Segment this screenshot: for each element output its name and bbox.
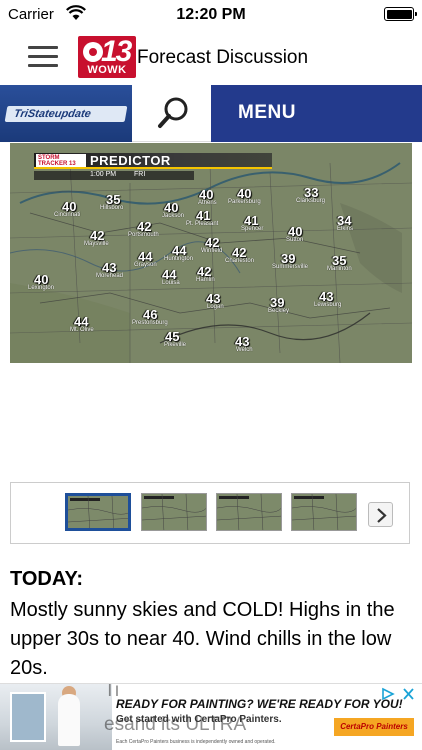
nav-bar: 13 WOWK Forecast Discussion (0, 30, 422, 85)
ad-brand-logo: CertaPro Painters (334, 718, 414, 736)
map-day: FRI (134, 171, 146, 178)
next-thumbnails-button[interactable] (368, 502, 393, 527)
thumbnail-1[interactable] (65, 493, 131, 531)
discussion-body: Mostly sunny skies and COLD! Highs in th… (10, 599, 395, 679)
ad-choices-close-icons[interactable] (380, 687, 416, 701)
city-parkersburg: Parkersburg (228, 199, 261, 205)
hamburger-menu-icon[interactable] (28, 43, 58, 69)
cbs-eye-icon (83, 42, 103, 62)
city-pt-pleasant: Pt. Pleasant (186, 221, 219, 227)
city-cincinnati: Cincinnati (54, 212, 81, 218)
city-beckley: Beckley (268, 308, 290, 314)
status-bar: Carrier 12:20 PM (0, 0, 422, 30)
ad-painter-image (0, 684, 112, 750)
thumbnail-3[interactable] (216, 493, 282, 531)
city-clarksburg: Clarksburg (296, 198, 326, 204)
ad-choices-icon (382, 687, 395, 701)
city-grayson: Grayson (134, 262, 157, 268)
ad-fine-print: Each CertaPro Painters business is indep… (116, 739, 276, 745)
city-huntington: Huntington (164, 256, 194, 262)
tristate-update-label: TriStateupdate (4, 106, 128, 122)
storm-tracker-bottom: TRACKER (38, 161, 68, 167)
city-louisa: Louisa (162, 280, 180, 286)
city-maysville: Maysville (84, 241, 109, 247)
thumbnail-4[interactable] (291, 493, 357, 531)
city-lexington: Lexington (28, 285, 55, 291)
discussion-heading: TODAY: (10, 568, 83, 590)
city-hillsboro: Hillsboro (100, 205, 124, 211)
predictor-banner: STORM TRACKER 13 PREDICTOR (34, 153, 272, 169)
city-elkins: Elkins (337, 226, 354, 232)
chevron-right-icon (377, 508, 387, 523)
city-jackson: Jackson (162, 213, 185, 219)
thumbnail-2[interactable] (141, 493, 207, 531)
city-winfield: Winfield (201, 248, 223, 254)
city-athens: Athens (198, 200, 217, 206)
logo-call-letters: WOWK (87, 64, 127, 76)
search-icon (158, 97, 188, 128)
city-charleston: Charleston (225, 258, 255, 264)
forecast-map-image: STORM TRACKER 13 PREDICTOR 1:00 PM FRI 40… (10, 143, 412, 363)
menu-button[interactable]: MENU (211, 85, 422, 142)
battery-icon (384, 7, 417, 21)
page-title: Forecast Discussion (137, 47, 309, 68)
map-time: 1:00 PM (90, 171, 117, 178)
city-morehead: Morehead (96, 273, 124, 279)
city-lewisburg: Lewisburg (314, 302, 342, 308)
station-logo: 13 WOWK (78, 35, 136, 78)
city-prestonsburg: Prestonsburg (132, 320, 168, 326)
city-pikeville: Pikeville (164, 342, 187, 348)
city-marlinton: Marlinton (327, 266, 352, 272)
city-spencer: Spencer (241, 226, 264, 232)
search-button[interactable] (132, 85, 211, 142)
city-hamlin: Hamlin (196, 277, 215, 283)
city-welch: Welch (236, 347, 253, 353)
storm-tracker-logo: STORM TRACKER 13 (36, 154, 86, 167)
ad-overlay-text: esand its ULTRA (104, 714, 247, 735)
tristate-update-banner[interactable]: TriStateupdate (0, 85, 132, 142)
storm-tracker-number: 13 (69, 161, 76, 167)
city-summersville: Summersville (272, 264, 309, 270)
menu-label: MENU (238, 102, 296, 123)
status-time: 12:20 PM (176, 6, 246, 23)
city-mt-olive: Mt. Olive (70, 327, 94, 333)
map-title: PREDICTOR (90, 153, 171, 168)
image-thumbnail-strip (10, 482, 410, 544)
map-time-bar: 1:00 PM FRI (34, 171, 194, 180)
city-logan: Logan (207, 304, 224, 310)
advertisement-banner[interactable]: Ti READY FOR PAINTING? WE'RE READY FOR Y… (0, 683, 422, 750)
close-icon (403, 688, 414, 700)
city-portsmouth: Portsmouth (128, 232, 159, 238)
ad-headline: READY FOR PAINTING? WE'RE READY FOR YOU! (116, 697, 403, 711)
city-sutton: Sutton (286, 237, 304, 243)
